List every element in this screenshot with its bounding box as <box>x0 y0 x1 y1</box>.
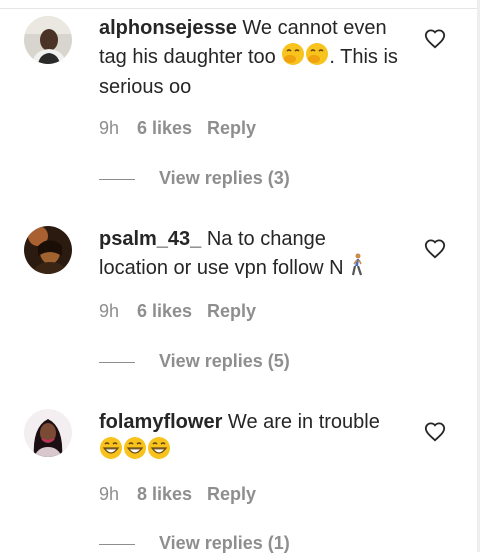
face-with-hand-over-mouth-emoji <box>281 42 305 74</box>
comment-meta: 9h 8 likes Reply <box>99 484 256 505</box>
comment-time: 9h <box>99 301 120 321</box>
likes-count-button[interactable]: 6 likes <box>137 301 207 322</box>
comment-username[interactable]: alphonsejesse <box>99 17 237 39</box>
reply-button[interactable]: Reply <box>207 301 256 322</box>
top-edge <box>0 0 480 9</box>
comment-time: 9h <box>99 484 120 504</box>
comment-text: psalm_43_ Na to change location or use v… <box>99 226 399 285</box>
heart-outline-icon[interactable] <box>424 421 446 443</box>
avatar-psalm_43_[interactable] <box>24 226 72 274</box>
reply-button[interactable]: Reply <box>207 484 256 505</box>
person-walking-emoji <box>349 253 365 285</box>
likes-count-button[interactable]: 6 likes <box>137 118 207 139</box>
replies-divider-line <box>99 179 135 180</box>
comment-body: We are in trouble <box>227 411 380 433</box>
heart-outline-icon[interactable] <box>424 238 446 260</box>
replies-divider-line <box>99 544 135 545</box>
avatar-folamyflower[interactable] <box>24 409 72 457</box>
comment-username[interactable]: folamyflower <box>99 411 222 433</box>
grinning-face-emoji <box>99 436 123 468</box>
view-replies-button[interactable]: View replies (1) <box>159 533 290 554</box>
view-replies-button[interactable]: View replies (5) <box>159 351 290 372</box>
view-replies-button[interactable]: View replies (3) <box>159 168 290 189</box>
reply-button[interactable]: Reply <box>207 118 256 139</box>
comment-time: 9h <box>99 118 120 138</box>
grinning-face-emoji <box>147 436 171 468</box>
replies-divider-line <box>99 362 135 363</box>
comment-meta: 9h 6 likes Reply <box>99 301 256 322</box>
grinning-face-emoji <box>123 436 147 468</box>
comment-username[interactable]: psalm_43_ <box>99 228 201 250</box>
comment-text: folamyflower We are in trouble <box>99 409 399 468</box>
face-with-hand-over-mouth-emoji <box>305 42 329 74</box>
likes-count-button[interactable]: 8 likes <box>137 484 207 505</box>
comment-meta: 9h 6 likes Reply <box>99 118 256 139</box>
comment-text: alphonsejesse We cannot even tag his dau… <box>99 15 399 101</box>
avatar-alphonsejesse[interactable] <box>24 16 72 64</box>
heart-outline-icon[interactable] <box>424 28 446 50</box>
